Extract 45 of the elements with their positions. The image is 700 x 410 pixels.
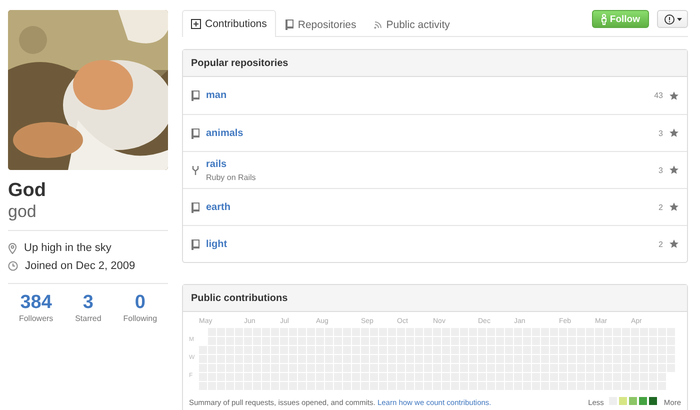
rss-icon <box>374 20 382 28</box>
repo-link[interactable]: rails <box>206 158 653 170</box>
caret-icon <box>676 18 682 20</box>
repo-link[interactable]: animals <box>206 128 653 138</box>
report-menu-button[interactable] <box>657 10 688 28</box>
star-count: 3 <box>658 166 663 174</box>
repo-link[interactable]: earth <box>206 202 653 212</box>
book-icon <box>191 128 200 138</box>
star-count: 3 <box>658 128 663 138</box>
clock-icon <box>8 261 18 271</box>
stat-label[interactable]: Followers <box>18 314 54 323</box>
alert-icon <box>664 14 674 24</box>
tab[interactable]: Repositories <box>276 11 366 37</box>
fork-icon <box>191 164 200 176</box>
book-icon <box>284 19 294 30</box>
star-icon <box>669 165 679 175</box>
tab[interactable]: Public activity <box>365 11 459 37</box>
repo-link[interactable]: light <box>206 238 653 250</box>
stat-label[interactable]: Following <box>123 314 158 323</box>
repo-link[interactable]: man <box>206 90 648 101</box>
star-count: 2 <box>658 240 663 248</box>
stat-value[interactable]: 384 <box>20 292 52 314</box>
panel-title: Popular repositories <box>183 50 687 77</box>
profile-username: god <box>8 202 38 222</box>
profile-detail: Up high in the sky <box>24 242 112 254</box>
panel-title: Public contributions <box>183 285 687 312</box>
location-pin-icon <box>8 242 17 254</box>
star-icon <box>669 128 679 138</box>
book-icon <box>191 238 200 250</box>
plus-square-icon <box>191 19 201 29</box>
star-icon <box>669 202 679 212</box>
stat-label[interactable]: Starred <box>75 314 102 323</box>
tab[interactable]: Contributions <box>182 10 276 37</box>
star-icon <box>669 90 679 100</box>
profile-name: God <box>8 180 47 202</box>
book-icon <box>191 202 200 212</box>
stat-value[interactable]: 0 <box>134 292 146 314</box>
star-count: 2 <box>658 202 663 212</box>
star-count: 43 <box>654 91 663 100</box>
star-icon <box>669 239 679 249</box>
repo-description: Ruby on Rails <box>206 172 257 182</box>
book-icon <box>191 90 200 101</box>
person-icon <box>600 14 607 24</box>
profile-detail: Joined on Dec 2, 2009 <box>25 260 136 272</box>
stat-value[interactable]: 3 <box>82 292 94 314</box>
